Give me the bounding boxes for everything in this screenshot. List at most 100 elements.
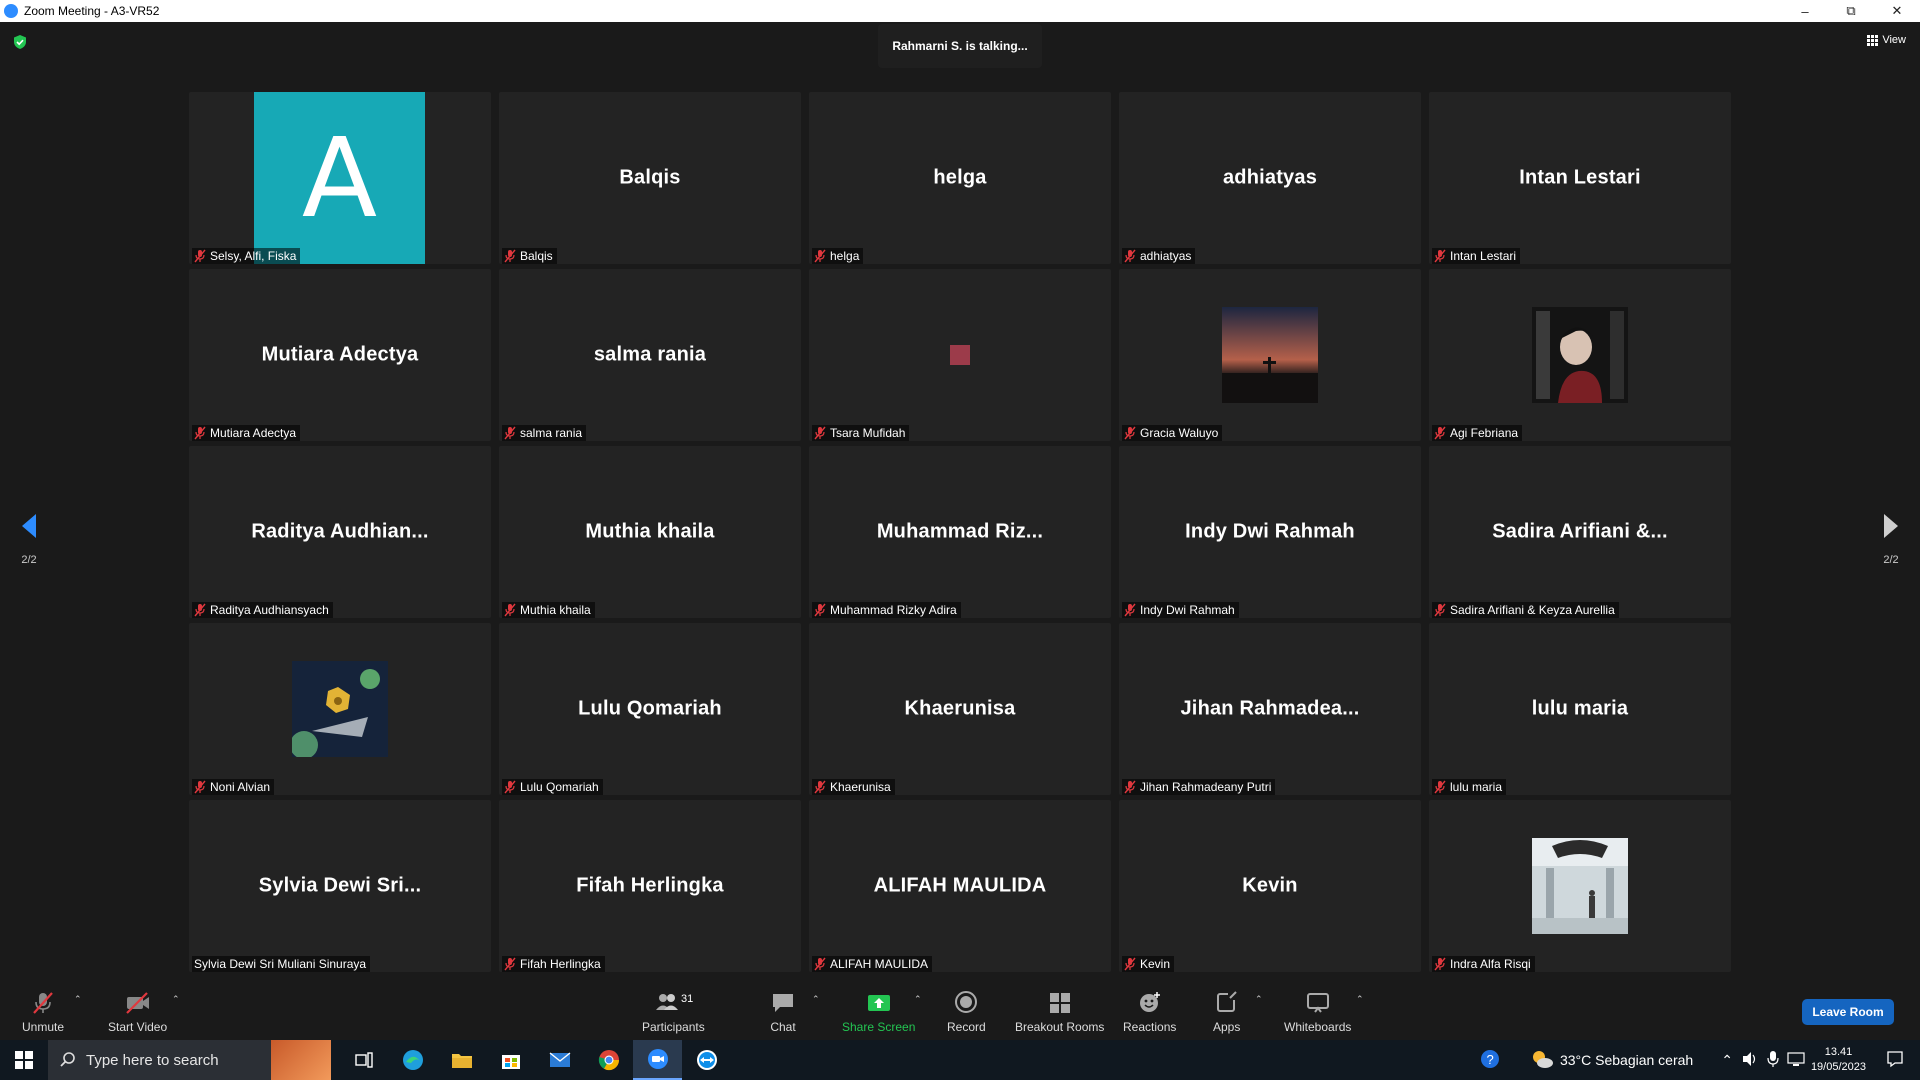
participant-name-text: Kevin xyxy=(1140,957,1171,971)
task-view-icon[interactable] xyxy=(339,1040,388,1080)
participant-tile[interactable]: lulu maria lulu maria xyxy=(1429,623,1731,795)
participant-name-label: Selsy, Alfi, Fiska xyxy=(192,248,301,264)
notification-center-icon[interactable] xyxy=(1886,1050,1904,1071)
speaker-icon[interactable] xyxy=(1741,1051,1759,1070)
participants-button[interactable]: 31 Participants xyxy=(642,990,705,1034)
participant-name-label: Fifah Herlingka xyxy=(502,956,605,972)
whiteboard-options-caret-icon[interactable]: ⌃ xyxy=(1356,994,1364,1005)
zoom-app-icon[interactable] xyxy=(633,1040,682,1080)
windows-logo-icon xyxy=(15,1051,33,1069)
participant-tile[interactable]: Sylvia Dewi Sri... Sylvia Dewi Sri Mulian… xyxy=(189,800,491,972)
participant-tile[interactable]: Lulu Qomariah Lulu Qomariah xyxy=(499,623,801,795)
system-tray: ? 33°C Sebagian cerah ⌃ 13.41 19/05/2023 xyxy=(1480,1040,1920,1080)
muted-mic-icon xyxy=(504,780,516,794)
active-speaker-banner: Rahmarni S. is talking... xyxy=(878,24,1042,68)
participant-tile[interactable]: Fifah Herlingka Fifah Herlingka xyxy=(499,800,801,972)
share-options-caret-icon[interactable]: ⌃ xyxy=(914,994,922,1005)
microphone-icon[interactable] xyxy=(1767,1050,1779,1071)
muted-mic-icon xyxy=(33,992,53,1014)
participant-name-label: Lulu Qomariah xyxy=(502,779,603,795)
minimize-button[interactable]: – xyxy=(1782,0,1828,22)
participant-display-name: Mutiara Adectya xyxy=(261,343,419,366)
participant-name-text: salma rania xyxy=(520,426,583,440)
restore-button[interactable]: ⧉ xyxy=(1828,0,1874,22)
apps-options-caret-icon[interactable]: ⌃ xyxy=(1255,994,1263,1005)
participant-display-name: Sadira Arifiani &... xyxy=(1492,520,1668,543)
chat-options-caret-icon[interactable]: ⌃ xyxy=(812,994,820,1005)
participant-name-label: Gracia Waluyo xyxy=(1122,425,1223,441)
participant-tile[interactable]: Muthia khaila Muthia khaila xyxy=(499,446,801,618)
apps-button[interactable]: Apps ⌃ xyxy=(1213,990,1263,1034)
participant-tile[interactable]: helga helga xyxy=(809,92,1111,264)
reactions-button[interactable]: Reactions xyxy=(1123,990,1176,1034)
participant-tile[interactable]: Indy Dwi Rahmah Indy Dwi Rahmah xyxy=(1119,446,1421,618)
help-icon[interactable]: ? xyxy=(1480,1049,1500,1072)
leave-room-button[interactable]: Leave Room xyxy=(1802,999,1894,1025)
whiteboards-button[interactable]: Whiteboards ⌃ xyxy=(1284,990,1364,1034)
weather-icon[interactable] xyxy=(1530,1049,1554,1072)
muted-mic-icon xyxy=(814,426,826,440)
view-button[interactable]: View xyxy=(1867,34,1906,46)
participant-tile[interactable]: Sadira Arifiani &... Sadira Arifiani & Ke… xyxy=(1429,446,1731,618)
participant-name-text: Selsy, Alfi, Fiska xyxy=(210,249,297,263)
participant-tile[interactable]: Mutiara Adectya Mutiara Adectya xyxy=(189,269,491,441)
next-page-button[interactable]: 2/2 xyxy=(1876,512,1906,566)
participant-tile[interactable]: Tsara Mufidah xyxy=(809,269,1111,441)
participant-tile[interactable]: Khaerunisa Khaerunisa xyxy=(809,623,1111,795)
close-button[interactable]: ✕ xyxy=(1874,0,1920,22)
participant-tile[interactable]: Indra Alfa Risqi xyxy=(1429,800,1731,972)
participant-name-label: Tsara Mufidah xyxy=(812,425,910,441)
participant-name-label: Sadira Arifiani & Keyza Aurellia xyxy=(1432,602,1619,618)
mail-icon[interactable] xyxy=(535,1040,584,1080)
participant-tile[interactable]: Intan Lestari Intan Lestari xyxy=(1429,92,1731,264)
participant-tile[interactable]: Agi Febriana xyxy=(1429,269,1731,441)
start-button[interactable] xyxy=(0,1040,48,1080)
participant-name-text: ALIFAH MAULIDA xyxy=(830,957,929,971)
network-icon[interactable] xyxy=(1787,1051,1805,1070)
previous-page-button[interactable]: 2/2 xyxy=(14,512,44,566)
unmute-button[interactable]: Unmute ⌃ xyxy=(22,990,82,1034)
file-explorer-icon[interactable] xyxy=(437,1040,486,1080)
participant-tile[interactable]: Gracia Waluyo xyxy=(1119,269,1421,441)
apps-label: Apps xyxy=(1213,1020,1241,1034)
participant-tile[interactable]: adhiatyas adhiatyas xyxy=(1119,92,1421,264)
start-video-button[interactable]: Start Video ⌃ xyxy=(108,990,180,1034)
taskbar-clock[interactable]: 13.41 19/05/2023 xyxy=(1811,1045,1866,1075)
participant-name-text: Raditya Audhiansyach xyxy=(210,603,329,617)
edge-browser-icon[interactable] xyxy=(388,1040,437,1080)
apps-icon xyxy=(1216,991,1237,1012)
participant-tile[interactable]: Muhammad Riz... Muhammad Rizky Adira xyxy=(809,446,1111,618)
participant-tile[interactable]: Noni Alvian xyxy=(189,623,491,795)
audio-options-caret-icon[interactable]: ⌃ xyxy=(74,994,82,1005)
chrome-icon[interactable] xyxy=(584,1040,633,1080)
muted-mic-icon xyxy=(1124,780,1136,794)
weather-text[interactable]: 33°C Sebagian cerah xyxy=(1560,1052,1693,1068)
participant-tile[interactable]: Jihan Rahmadea... Jihan Rahmadeany Putri xyxy=(1119,623,1421,795)
participant-tile[interactable]: ALIFAH MAULIDA ALIFAH MAULIDA xyxy=(809,800,1111,972)
avatar-letter: A xyxy=(254,92,425,264)
security-shield-icon[interactable] xyxy=(12,34,28,50)
chat-button[interactable]: Chat ⌃ xyxy=(770,990,820,1034)
share-screen-button[interactable]: Share Screen ⌃ xyxy=(842,990,922,1034)
participant-tile[interactable]: A Selsy, Alfi, Fiska xyxy=(189,92,491,264)
muted-mic-icon xyxy=(814,957,826,971)
microsoft-store-icon[interactable] xyxy=(486,1040,535,1080)
participant-tile[interactable]: Balqis Balqis xyxy=(499,92,801,264)
participant-name-label: salma rania xyxy=(502,425,587,441)
muted-mic-icon xyxy=(1124,426,1136,440)
taskbar-search-box[interactable]: Type here to search xyxy=(48,1040,331,1080)
reactions-label: Reactions xyxy=(1123,1020,1177,1034)
participant-name-label: Muhammad Rizky Adira xyxy=(812,602,961,618)
participant-name-text: Indy Dwi Rahmah xyxy=(1140,603,1235,617)
teamviewer-icon[interactable] xyxy=(682,1040,731,1080)
participant-tile[interactable]: Raditya Audhian... Raditya Audhiansyach xyxy=(189,446,491,618)
record-button[interactable]: Record xyxy=(947,990,986,1034)
video-options-caret-icon[interactable]: ⌃ xyxy=(172,994,180,1005)
participant-tile[interactable]: salma rania salma rania xyxy=(499,269,801,441)
participant-display-name: Fifah Herlingka xyxy=(576,874,724,897)
meeting-toolbar: Unmute ⌃ Start Video ⌃ 31 Participants C… xyxy=(0,980,1920,1040)
breakout-rooms-button[interactable]: Breakout Rooms xyxy=(1015,990,1104,1034)
participant-name-label: Raditya Audhiansyach xyxy=(192,602,333,618)
chevron-up-icon[interactable]: ⌃ xyxy=(1721,1052,1733,1069)
participant-tile[interactable]: Kevin Kevin xyxy=(1119,800,1421,972)
